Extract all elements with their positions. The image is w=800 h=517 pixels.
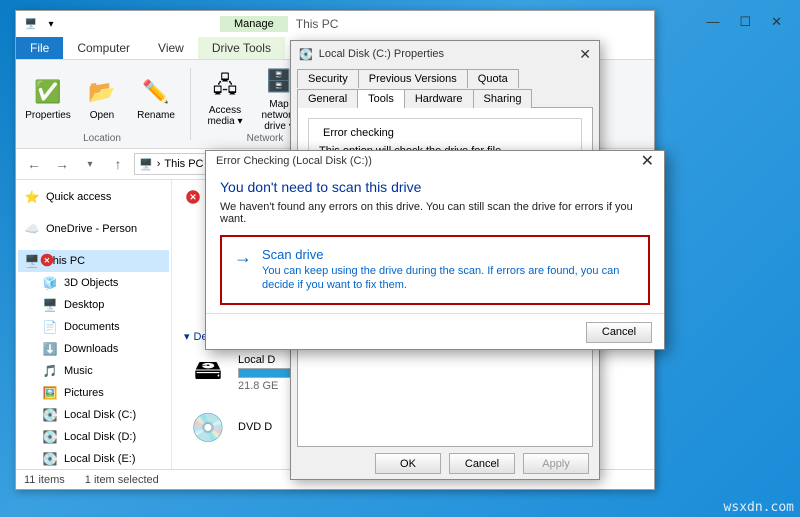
dialog-title: Error Checking (Local Disk (C:)) — [216, 155, 372, 167]
cancel-button[interactable]: Cancel — [586, 322, 652, 343]
pc-icon: 🖥️ — [24, 253, 40, 269]
music-icon: 🎵 — [42, 363, 58, 379]
explorer-logo-icon: 🖥️ — [22, 15, 40, 33]
nav-recent[interactable]: ▾ — [78, 152, 102, 176]
rename-icon: ✏️ — [140, 76, 172, 108]
breadcrumb-item[interactable]: This PC — [164, 158, 203, 170]
arrow-right-icon: → — [234, 247, 252, 293]
status-items: 11 items — [24, 474, 65, 486]
error-checking-dialog: Error Checking (Local Disk (C:)) ✕ You d… — [205, 150, 665, 350]
sidebar-local-d[interactable]: 💽Local Disk (D:) — [36, 426, 169, 448]
scan-drive-desc: You can keep using the drive during the … — [262, 264, 636, 293]
close-icon[interactable]: ✕ — [771, 14, 782, 30]
status-selected: 1 item selected — [85, 474, 159, 486]
sidebar-music[interactable]: 🎵Music — [36, 360, 169, 382]
disk-icon: 💽 — [42, 451, 58, 467]
properties-titlebar: 💽 Local Disk (C:) Properties ✕ — [291, 41, 599, 67]
window-title: This PC — [296, 17, 339, 31]
tab-previous-versions[interactable]: Previous Versions — [358, 69, 468, 88]
sidebar-local-c[interactable]: 💽Local Disk (C:) — [36, 404, 169, 426]
error-badge-icon: ✕ — [41, 254, 54, 267]
scan-drive-option[interactable]: → Scan drive You can keep using the driv… — [220, 235, 650, 305]
disk-icon: 💽 — [42, 429, 58, 445]
tab-file[interactable]: File — [16, 37, 63, 59]
dialog-heading: You don't need to scan this drive — [220, 179, 650, 195]
tab-sharing[interactable]: Sharing — [473, 89, 533, 108]
ribbon-access-media[interactable]: 🖧 Access media ▾ — [201, 71, 249, 127]
properties-title: Local Disk (C:) Properties — [319, 48, 444, 60]
error-checking-titlebar: Error Checking (Local Disk (C:)) ✕ — [206, 151, 664, 171]
ribbon-properties[interactable]: ✅ Properties — [24, 76, 72, 121]
tab-quota[interactable]: Quota — [467, 69, 519, 88]
dialog-body-text: We haven't found any errors on this driv… — [220, 201, 650, 225]
pc-icon: 🖥️ — [139, 158, 153, 171]
ribbon-group-location: Location — [83, 133, 121, 144]
tab-hardware[interactable]: Hardware — [404, 89, 474, 108]
properties-icon: ✅ — [32, 76, 64, 108]
documents-icon: 📄 — [42, 319, 58, 335]
ribbon-open[interactable]: 📂 Open — [78, 76, 126, 121]
minimize-icon[interactable]: — — [706, 14, 719, 30]
contextual-tab-label: Manage — [220, 16, 288, 32]
tab-drive-tools[interactable]: Drive Tools — [198, 37, 285, 59]
cancel-button[interactable]: Cancel — [449, 453, 515, 474]
tab-view[interactable]: View — [144, 37, 198, 59]
dvd-icon: 💿 — [188, 407, 228, 447]
sidebar-documents[interactable]: 📄Documents — [36, 316, 169, 338]
sidebar: ⭐Quick access ☁️OneDrive - Person ✕ 🖥️Th… — [16, 180, 172, 469]
sidebar-quick-access[interactable]: ⭐Quick access — [18, 186, 169, 208]
tab-tools[interactable]: Tools — [357, 89, 405, 108]
watermark: wsxdn.com — [724, 500, 794, 515]
sidebar-local-e[interactable]: 💽Local Disk (E:) — [36, 448, 169, 469]
sidebar-onedrive[interactable]: ☁️OneDrive - Person — [18, 218, 169, 240]
nav-back[interactable]: ← — [22, 152, 46, 176]
nav-forward[interactable]: → — [50, 152, 74, 176]
pictures-icon: 🖼️ — [42, 385, 58, 401]
star-icon: ⭐ — [24, 189, 40, 205]
tab-security[interactable]: Security — [297, 69, 359, 88]
objects-icon: 🧊 — [42, 275, 58, 291]
maximize-icon[interactable]: ☐ — [739, 14, 751, 30]
sidebar-desktop[interactable]: 🖥️Desktop — [36, 294, 169, 316]
sidebar-pictures[interactable]: 🖼️Pictures — [36, 382, 169, 404]
media-icon: 🖧 — [209, 71, 241, 103]
ok-button[interactable]: OK — [375, 453, 441, 474]
qat-dropdown-icon[interactable]: ▾ — [42, 15, 60, 33]
downloads-icon: ⬇️ — [42, 341, 58, 357]
explorer-titlebar: 🖥️ ▾ Manage This PC — [16, 11, 654, 37]
chevron-down-icon: ▾ — [184, 330, 190, 343]
sidebar-3d-objects[interactable]: 🧊3D Objects — [36, 272, 169, 294]
desktop-icon: 🖥️ — [42, 297, 58, 313]
sidebar-downloads[interactable]: ⬇️Downloads — [36, 338, 169, 360]
scan-drive-title: Scan drive — [262, 247, 636, 262]
error-badge-icon: ✕ — [186, 190, 200, 204]
ribbon-group-network: Network — [247, 133, 284, 144]
drive-icon: 🖴 — [188, 353, 228, 393]
apply-button[interactable]: Apply — [523, 453, 589, 474]
nav-up[interactable]: ↑ — [106, 152, 130, 176]
group-legend: Error checking — [319, 127, 398, 139]
ribbon-rename[interactable]: ✏️ Rename — [132, 76, 180, 121]
disk-icon: 💽 — [42, 407, 58, 423]
close-icon[interactable]: ✕ — [641, 151, 654, 171]
close-icon[interactable]: ✕ — [579, 46, 591, 63]
tab-general[interactable]: General — [297, 89, 358, 108]
tab-computer[interactable]: Computer — [63, 37, 144, 59]
disk-icon: 💽 — [299, 48, 313, 61]
open-icon: 📂 — [86, 76, 118, 108]
onedrive-icon: ☁️ — [24, 221, 40, 237]
